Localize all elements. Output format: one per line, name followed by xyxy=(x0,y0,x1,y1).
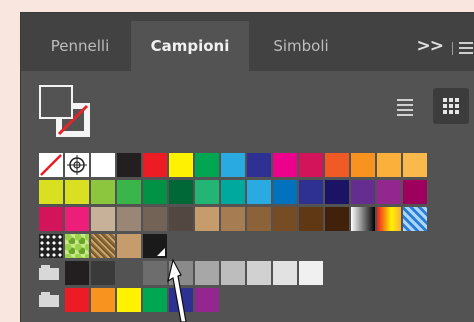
mouse-pointer-icon xyxy=(167,258,187,322)
swatches-panel: Pennelli Campioni Simboli >> xyxy=(20,12,474,322)
